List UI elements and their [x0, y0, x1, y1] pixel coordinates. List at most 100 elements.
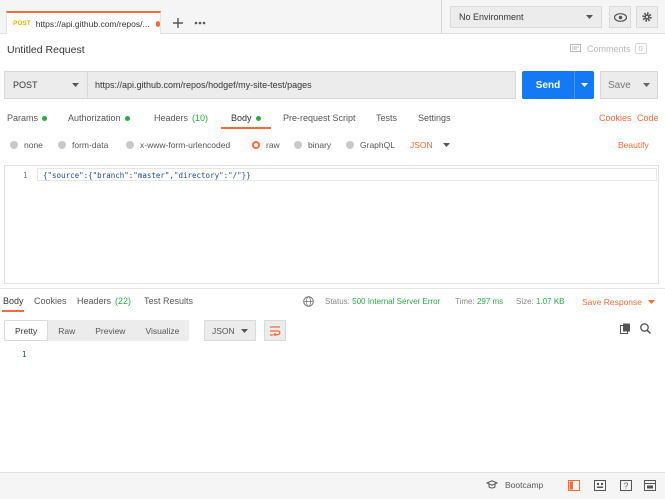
- caret-down-icon: [72, 83, 79, 87]
- plus-icon: [173, 18, 183, 28]
- tab-authorization[interactable]: Authorization: [68, 113, 130, 123]
- body-type-label: raw: [266, 140, 280, 150]
- view-mode-pretty[interactable]: Pretty: [4, 320, 49, 341]
- body-type-urlencoded[interactable]: x-www-form-urlencoded: [126, 140, 230, 150]
- radio-icon: [10, 141, 18, 149]
- size-value: 1.07 KB: [536, 297, 565, 306]
- body-editor[interactable]: 1 {"source":{"branch":"master","director…: [4, 165, 659, 284]
- body-type-label: x-www-form-urlencoded: [140, 140, 231, 150]
- tab-headers[interactable]: Headers (10): [154, 113, 208, 123]
- active-dot-icon: [255, 115, 261, 121]
- body-type-graphql[interactable]: GraphQL: [346, 140, 395, 150]
- two-pane-view-button[interactable]: [568, 480, 580, 493]
- request-tab[interactable]: POST https://api.github.com/repos/...: [6, 11, 161, 34]
- request-title[interactable]: Untitled Request: [7, 44, 85, 56]
- response-format-select[interactable]: JSON: [204, 320, 256, 341]
- raw-format-select[interactable]: JSON: [410, 140, 450, 150]
- response-tab-headers-label: Headers: [77, 296, 112, 306]
- tab-url: https://api.github.com/repos/...: [35, 18, 150, 29]
- tab-params[interactable]: Params: [7, 113, 48, 123]
- send-button[interactable]: Send: [522, 71, 594, 99]
- view-mode-raw[interactable]: Raw: [48, 320, 85, 341]
- status-bar: [0, 472, 665, 499]
- bootcamp-button[interactable]: Bootcamp: [486, 480, 543, 490]
- two-pane-icon: [568, 480, 580, 491]
- body-type-raw[interactable]: raw: [252, 140, 280, 150]
- tab-method: POST: [13, 20, 31, 27]
- save-button[interactable]: Save: [600, 71, 658, 99]
- url-input[interactable]: https://api.github.com/repos/hodgef/my-s…: [87, 71, 516, 99]
- time-value: 297 ms: [476, 297, 504, 306]
- body-type-label: none: [24, 140, 43, 150]
- body-type-binary[interactable]: binary: [294, 140, 331, 150]
- send-options-button[interactable]: [574, 71, 594, 99]
- response-tab-cookies[interactable]: Cookies: [34, 296, 67, 306]
- time-label: Time:: [455, 297, 475, 306]
- body-type-form-data[interactable]: form-data: [58, 140, 108, 150]
- response-tab-headers[interactable]: Headers (22): [77, 296, 131, 306]
- search-icon[interactable]: [640, 323, 652, 336]
- body-type-none[interactable]: none: [10, 140, 43, 150]
- size-label: Size:: [516, 297, 534, 306]
- copy-icon[interactable]: [620, 323, 631, 336]
- tab-pre-request-script[interactable]: Pre-request Script: [283, 113, 356, 123]
- body-type-label: form-data: [72, 140, 109, 150]
- tab-headers-count: (10): [192, 113, 209, 123]
- tab-settings[interactable]: Settings: [418, 113, 451, 123]
- globe-icon[interactable]: [303, 296, 314, 309]
- body-type-label: binary: [308, 140, 332, 150]
- beautify-link[interactable]: Beautify: [618, 140, 649, 150]
- more-tabs-button[interactable]: [190, 13, 210, 33]
- view-mode-visualize[interactable]: Visualize: [135, 320, 189, 341]
- keyboard-icon: [594, 480, 606, 491]
- svg-text:?: ?: [624, 481, 629, 490]
- active-dot-icon: [42, 115, 48, 121]
- send-label: Send: [535, 79, 561, 91]
- new-tab-button[interactable]: [168, 13, 188, 33]
- radio-icon: [294, 141, 302, 149]
- environment-quick-look-button[interactable]: [609, 6, 631, 28]
- caret-down-icon: [648, 300, 656, 304]
- caret-down-icon: [586, 15, 593, 19]
- response-size: Size: 1.07 KB: [516, 297, 565, 306]
- tab-tests[interactable]: Tests: [376, 113, 397, 123]
- caret-down-icon: [241, 328, 248, 333]
- unsaved-dot-icon: [155, 20, 160, 27]
- method-value: POST: [13, 80, 38, 90]
- divider: [441, 0, 442, 34]
- tab-body[interactable]: Body: [231, 113, 261, 123]
- method-select[interactable]: POST: [4, 71, 87, 99]
- radio-icon: [58, 141, 66, 149]
- browse-button[interactable]: [644, 480, 656, 493]
- body-type-label: GraphQL: [360, 140, 395, 150]
- response-line-number: 1: [22, 350, 27, 359]
- save-response-button[interactable]: Save Response: [582, 297, 656, 307]
- response-tab-body[interactable]: Body: [3, 296, 24, 306]
- raw-format-value: JSON: [410, 140, 433, 150]
- active-tab-underline: [221, 127, 271, 129]
- response-tab-test-results[interactable]: Test Results: [144, 296, 193, 306]
- status-label: Status:: [325, 297, 350, 306]
- environment-value: No Environment: [459, 12, 524, 22]
- body-code[interactable]: {"source":{"branch":"master","directory"…: [43, 171, 251, 180]
- cookies-link[interactable]: Cookies: [599, 113, 632, 123]
- response-time: Time: 297 ms: [455, 297, 503, 306]
- save-response-label: Save Response: [582, 297, 643, 307]
- settings-button[interactable]: [636, 6, 658, 28]
- divider: [0, 288, 665, 289]
- browse-icon: [644, 480, 656, 491]
- view-mode-preview[interactable]: Preview: [85, 320, 135, 341]
- bootcamp-icon: [486, 480, 498, 489]
- line-number: 1: [23, 171, 28, 180]
- code-link[interactable]: Code: [637, 113, 659, 123]
- environment-select[interactable]: No Environment: [450, 6, 602, 28]
- status-value: 500 Internal Server Error: [352, 297, 441, 306]
- help-button[interactable]: ?: [620, 480, 632, 493]
- caret-down-icon: [643, 83, 650, 87]
- comments-button[interactable]: Comments 0: [570, 43, 647, 54]
- wrap-lines-button[interactable]: [264, 320, 286, 341]
- radio-selected-icon: [252, 141, 260, 149]
- tab-body-label: Body: [231, 113, 252, 123]
- keyboard-shortcuts-button[interactable]: [594, 480, 606, 493]
- response-headers-count: (22): [115, 296, 132, 306]
